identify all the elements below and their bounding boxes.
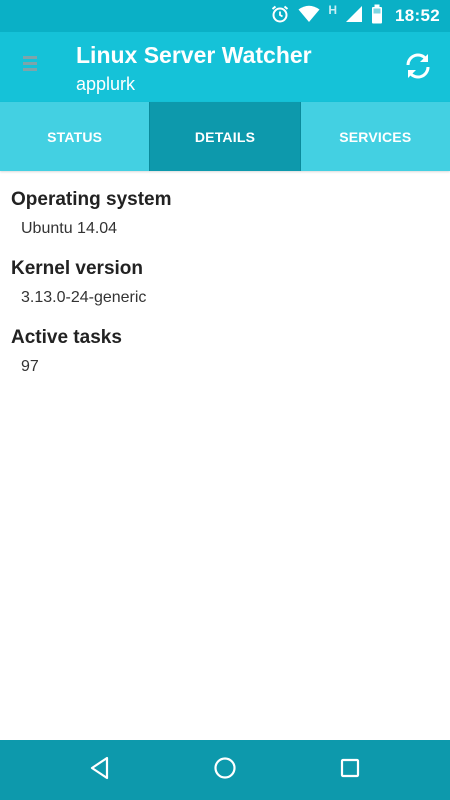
detail-active-tasks: Active tasks 97 bbox=[0, 326, 122, 378]
network-type-label: H bbox=[328, 3, 338, 17]
status-bar: H 18:52 bbox=[0, 0, 450, 32]
home-icon bbox=[212, 755, 238, 786]
recent-apps-icon bbox=[338, 756, 362, 785]
status-clock: 18:52 bbox=[395, 6, 440, 25]
signal-icon bbox=[345, 5, 363, 28]
detail-value: 97 bbox=[21, 358, 39, 375]
home-button[interactable] bbox=[209, 754, 241, 786]
tab-services[interactable]: SERVICES bbox=[301, 102, 450, 171]
recent-apps-button[interactable] bbox=[334, 754, 366, 786]
screen: H 18:52 Linux Server Watcher applurk STA… bbox=[0, 0, 450, 800]
detail-label: Kernel version bbox=[11, 258, 143, 279]
back-icon bbox=[87, 755, 113, 786]
refresh-button[interactable] bbox=[398, 48, 438, 88]
app-bar: Linux Server Watcher applurk bbox=[0, 32, 450, 102]
detail-value: Ubuntu 14.04 bbox=[21, 220, 118, 237]
detail-value: 3.13.0-24-generic bbox=[21, 289, 147, 306]
alarm-icon bbox=[270, 4, 290, 29]
navigation-bar bbox=[0, 740, 450, 800]
detail-label: Active tasks bbox=[11, 327, 122, 348]
back-button[interactable] bbox=[84, 754, 116, 786]
wifi-icon bbox=[298, 5, 320, 28]
tab-bar: STATUS DETAILS SERVICES bbox=[0, 102, 450, 171]
detail-label: Operating system bbox=[11, 189, 172, 210]
tab-details[interactable]: DETAILS bbox=[149, 102, 301, 171]
battery-icon bbox=[371, 4, 383, 29]
status-icons: H 18:52 bbox=[270, 0, 440, 32]
app-subtitle: applurk bbox=[76, 74, 136, 94]
hamburger-icon[interactable] bbox=[22, 56, 40, 78]
app-title: Linux Server Watcher bbox=[76, 42, 312, 68]
detail-operating-system: Operating system Ubuntu 14.04 bbox=[0, 188, 172, 240]
refresh-icon bbox=[402, 50, 434, 87]
detail-kernel-version: Kernel version 3.13.0-24-generic bbox=[0, 257, 146, 309]
tab-status[interactable]: STATUS bbox=[0, 102, 149, 171]
